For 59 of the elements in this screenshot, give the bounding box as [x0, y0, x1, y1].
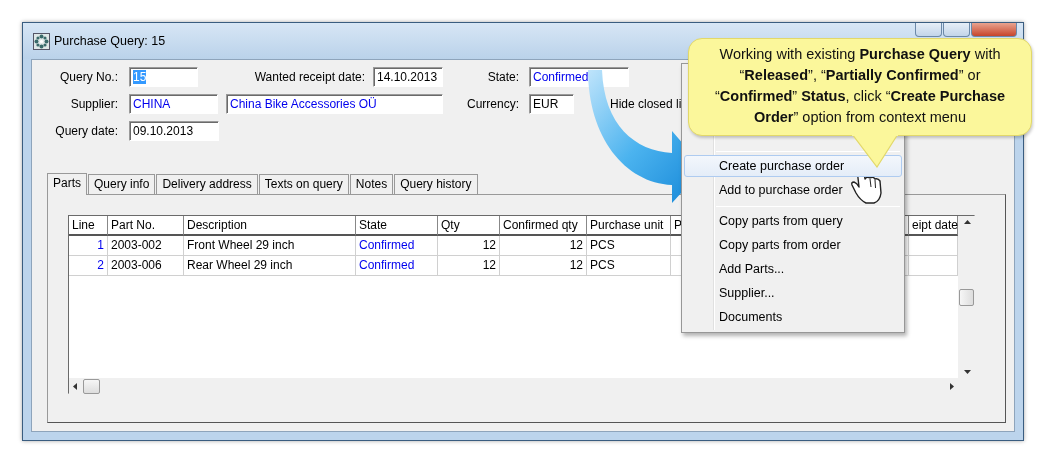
table-cell: PCS [587, 256, 671, 276]
minimize-button[interactable] [915, 23, 942, 37]
menu-item[interactable]: Copy parts from order [684, 234, 902, 256]
column-header[interactable]: Qty [438, 216, 500, 236]
input-field[interactable]: CHINA [129, 94, 218, 114]
column-header[interactable]: State [356, 216, 438, 236]
field-label: Wanted receipt date: [253, 69, 365, 86]
scroll-up-icon[interactable] [963, 220, 971, 224]
table-cell: PCS [587, 236, 671, 256]
menu-item[interactable]: Add to purchase order [684, 179, 902, 201]
menu-item[interactable]: Supplier... [684, 282, 902, 304]
input-field[interactable]: 14.10.2013 [373, 67, 443, 87]
menu-item[interactable]: Create purchase order [684, 155, 902, 177]
table-cell: Confirmed [356, 256, 438, 276]
field-label: State: [486, 69, 519, 86]
field-label: Supplier: [69, 96, 118, 113]
checkbox-label: Hide closed li [610, 96, 682, 113]
scroll-right-icon[interactable] [950, 383, 954, 390]
scroll-thumb[interactable] [959, 289, 974, 306]
tab[interactable]: Notes [349, 174, 394, 194]
input-field[interactable]: 09.10.2013 [129, 121, 219, 141]
menu-item[interactable]: Add Parts... [684, 258, 902, 280]
column-header[interactable]: Line [69, 216, 108, 236]
field-label: Query No.: [58, 69, 118, 86]
table-cell: 12 [500, 256, 587, 276]
table-cell: 1 [69, 236, 108, 256]
table-cell: Confirmed [356, 236, 438, 256]
input-field[interactable]: EUR [529, 94, 574, 114]
scroll-down-icon[interactable] [963, 370, 971, 374]
tab[interactable]: Query history [394, 174, 478, 194]
scroll-left-icon[interactable] [73, 383, 77, 390]
table-cell: 12 [438, 236, 500, 256]
menu-item[interactable]: Documents [684, 306, 902, 328]
window-icon [33, 32, 50, 50]
column-header[interactable]: Confirmed qty [500, 216, 587, 236]
table-cell: 2 [69, 256, 108, 276]
column-header[interactable]: Description [184, 216, 356, 236]
window-title: Purchase Query: 15 [54, 32, 166, 50]
column-header[interactable]: eipt date [909, 216, 958, 236]
column-header[interactable]: Part No. [108, 216, 184, 236]
menu-item[interactable]: Copy parts from query [684, 210, 902, 232]
column-header[interactable]: Purchase unit [587, 216, 671, 236]
table-cell: 2003-002 [108, 236, 184, 256]
table-cell: Front Wheel 29 inch [184, 236, 356, 256]
input-field[interactable]: China Bike Accessories OÜ [226, 94, 443, 114]
callout-text: Working with existing Purchase Query with “Released”, “Partially Confirmed” or “Confirmed” Status, click “Create Purchase Order” option from context menu [713, 45, 1007, 127]
maximize-button[interactable] [943, 23, 970, 37]
table-cell: Rear Wheel 29 inch [184, 256, 356, 276]
table-cell: 12 [438, 256, 500, 276]
field-label: Currency: [466, 96, 519, 113]
table-cell: 2003-006 [108, 256, 184, 276]
tab[interactable]: Parts [47, 173, 87, 195]
tab[interactable]: Delivery address [156, 174, 258, 194]
table-cell: 12 [500, 236, 587, 256]
scroll-thumb[interactable] [83, 379, 100, 394]
tab[interactable]: Texts on query [258, 174, 349, 194]
tab[interactable]: Query info [88, 174, 156, 194]
close-button[interactable] [971, 23, 1017, 37]
field-label: Query date: [54, 123, 118, 140]
